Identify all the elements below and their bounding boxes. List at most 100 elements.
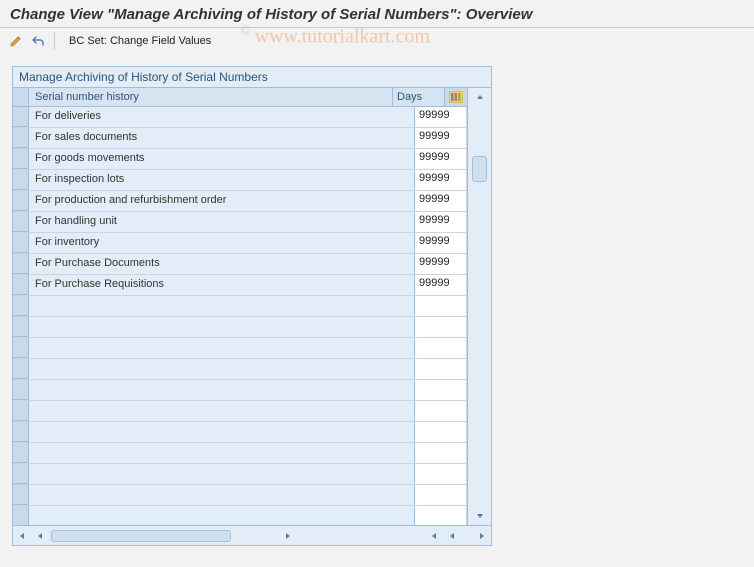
cell-days <box>415 443 467 463</box>
days-input[interactable] <box>419 235 462 247</box>
days-input[interactable] <box>419 424 462 436</box>
days-input[interactable] <box>419 214 462 226</box>
select-all-handle[interactable] <box>13 88 29 106</box>
vertical-scrollbar[interactable] <box>467 88 491 525</box>
row-selector[interactable] <box>13 317 29 337</box>
cell-days <box>415 254 467 274</box>
days-input[interactable] <box>419 382 462 394</box>
hscroll-track-1[interactable] <box>49 529 279 543</box>
cell-history <box>29 464 415 484</box>
days-input[interactable] <box>419 151 462 163</box>
cell-days <box>415 506 467 525</box>
cell-days <box>415 191 467 211</box>
hscroll-left-start-icon[interactable] <box>13 526 31 545</box>
hscroll2-right-icon[interactable] <box>473 526 491 545</box>
row-selector[interactable] <box>13 212 29 232</box>
row-selector[interactable] <box>13 107 29 127</box>
cell-history: For deliveries <box>29 107 415 127</box>
table-row <box>13 506 467 525</box>
days-input[interactable] <box>419 466 462 478</box>
cell-days <box>415 212 467 232</box>
row-selector[interactable] <box>13 338 29 358</box>
days-input[interactable] <box>419 445 462 457</box>
row-selector[interactable] <box>13 275 29 295</box>
days-input[interactable] <box>419 487 462 499</box>
cell-days <box>415 338 467 358</box>
row-selector[interactable] <box>13 191 29 211</box>
cell-days <box>415 401 467 421</box>
table-row: For goods movements <box>13 149 467 170</box>
days-input[interactable] <box>419 109 462 121</box>
cell-days <box>415 380 467 400</box>
undo-icon[interactable] <box>28 31 48 51</box>
scroll-up-icon[interactable] <box>468 88 491 106</box>
grid-panel: Serial number history Days For deliverie… <box>12 87 492 526</box>
row-selector[interactable] <box>13 359 29 379</box>
days-input[interactable] <box>419 508 462 520</box>
table-row: For sales documents <box>13 128 467 149</box>
row-selector[interactable] <box>13 149 29 169</box>
cell-history <box>29 317 415 337</box>
hscroll-track-2[interactable] <box>461 529 473 543</box>
cell-history <box>29 443 415 463</box>
row-selector[interactable] <box>13 401 29 421</box>
row-selector[interactable] <box>13 380 29 400</box>
table-row: For inspection lots <box>13 170 467 191</box>
table-row <box>13 485 467 506</box>
hscroll2-left-start-icon[interactable] <box>425 526 443 545</box>
cell-history <box>29 359 415 379</box>
cell-history: For sales documents <box>29 128 415 148</box>
cell-history <box>29 485 415 505</box>
row-selector[interactable] <box>13 254 29 274</box>
days-input[interactable] <box>419 403 462 415</box>
scroll-down-icon[interactable] <box>468 507 491 525</box>
row-selector[interactable] <box>13 506 29 525</box>
hscroll-right-icon[interactable] <box>279 526 297 545</box>
table-row <box>13 317 467 338</box>
table-row <box>13 443 467 464</box>
cell-days <box>415 359 467 379</box>
row-selector[interactable] <box>13 443 29 463</box>
vscroll-thumb[interactable] <box>472 156 487 182</box>
days-input[interactable] <box>419 193 462 205</box>
configure-columns-icon[interactable] <box>445 88 467 106</box>
cell-history: For Purchase Documents <box>29 254 415 274</box>
vscroll-track[interactable] <box>468 106 491 507</box>
hscroll-left-icon[interactable] <box>31 526 49 545</box>
row-selector[interactable] <box>13 128 29 148</box>
days-input[interactable] <box>419 319 462 331</box>
days-input[interactable] <box>419 256 462 268</box>
cell-days <box>415 275 467 295</box>
row-selector[interactable] <box>13 296 29 316</box>
table-row: For inventory <box>13 233 467 254</box>
days-input[interactable] <box>419 172 462 184</box>
cell-history: For inspection lots <box>29 170 415 190</box>
days-input[interactable] <box>419 298 462 310</box>
cell-history <box>29 338 415 358</box>
hscroll-thumb-1[interactable] <box>51 530 231 542</box>
row-selector[interactable] <box>13 233 29 253</box>
table-row <box>13 422 467 443</box>
cell-days <box>415 149 467 169</box>
row-selector[interactable] <box>13 485 29 505</box>
days-input[interactable] <box>419 130 462 142</box>
hscroll2-left-icon[interactable] <box>443 526 461 545</box>
horizontal-scrollbar[interactable] <box>12 526 492 546</box>
row-selector[interactable] <box>13 464 29 484</box>
days-input[interactable] <box>419 361 462 373</box>
days-input[interactable] <box>419 340 462 352</box>
grid-body: For deliveriesFor sales documentsFor goo… <box>13 107 467 525</box>
table-row <box>13 338 467 359</box>
bc-set-button[interactable]: BC Set: Change Field Values <box>61 33 219 49</box>
table-row: For Purchase Documents <box>13 254 467 275</box>
table-row <box>13 296 467 317</box>
row-selector[interactable] <box>13 422 29 442</box>
toolbar: BC Set: Change Field Values <box>0 28 754 54</box>
cell-history <box>29 422 415 442</box>
column-header-days[interactable]: Days <box>393 88 445 106</box>
column-header-history[interactable]: Serial number history <box>29 88 393 106</box>
toggle-change-icon[interactable] <box>6 31 26 51</box>
days-input[interactable] <box>419 277 462 289</box>
row-selector[interactable] <box>13 170 29 190</box>
grid-header: Serial number history Days <box>13 88 467 107</box>
